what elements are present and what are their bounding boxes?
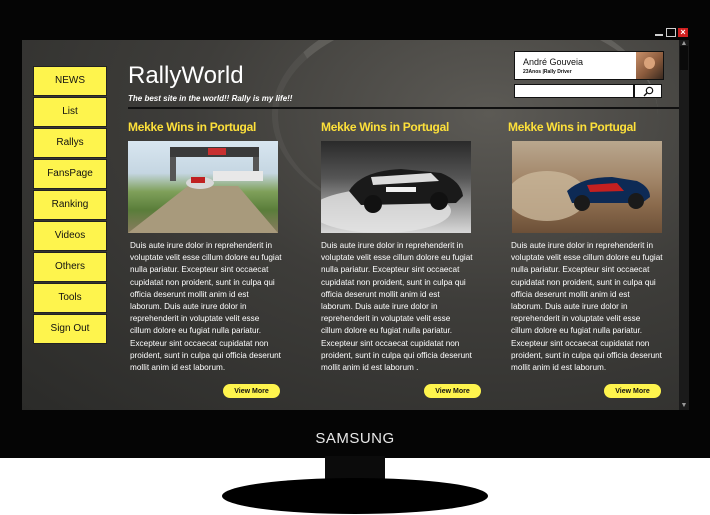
news-article: Mekke Wins in Portugal Duis aute irure d… xyxy=(128,120,288,398)
monitor-bezel: × NEWS List Rallys FansPage Ranking Vide… xyxy=(0,0,710,458)
nav-item-list[interactable]: List xyxy=(33,97,107,127)
view-more-button[interactable]: View More xyxy=(604,384,661,398)
monitor-brand-label: SAMSUNG xyxy=(315,430,395,447)
site-logo[interactable]: RallyWorld xyxy=(128,62,244,90)
nav-item-tools[interactable]: Tools xyxy=(33,283,107,313)
rally-photo-icon xyxy=(321,169,463,233)
rally-photo-icon xyxy=(512,171,650,221)
nav-item-rallys[interactable]: Rallys xyxy=(33,128,107,158)
nav-item-ranking[interactable]: Ranking xyxy=(33,190,107,220)
search-icon xyxy=(643,86,653,96)
scrollbar-thumb[interactable] xyxy=(680,46,688,70)
profile-role: 23Anos |Rally Driver xyxy=(523,69,572,75)
profile-name: André Gouveia xyxy=(523,57,584,67)
article-title[interactable]: Mekke Wins in Portugal xyxy=(128,120,288,134)
view-more-button[interactable]: View More xyxy=(223,384,280,398)
avatar[interactable] xyxy=(636,52,663,79)
search-input[interactable] xyxy=(514,84,634,98)
monitor-stand-base xyxy=(222,478,488,514)
sidebar-nav: NEWS List Rallys FansPage Ranking Videos… xyxy=(33,66,107,345)
article-body: Duis aute irure dolor in reprehenderit i… xyxy=(511,241,663,373)
vertical-scrollbar[interactable]: ▲ ▼ xyxy=(679,40,689,410)
nav-item-videos[interactable]: Videos xyxy=(33,221,107,251)
article-body: Duis aute irure dolor in reprehenderit i… xyxy=(130,241,282,373)
nav-item-sign-out[interactable]: Sign Out xyxy=(33,314,107,344)
nav-item-news[interactable]: NEWS xyxy=(33,66,107,96)
minimize-icon[interactable] xyxy=(654,28,664,37)
header-divider xyxy=(128,107,679,109)
news-article: Mekke Wins in Portugal Duis aute irure d… xyxy=(321,120,481,398)
article-title[interactable]: Mekke Wins in Portugal xyxy=(508,120,668,134)
nav-item-fanspage[interactable]: FansPage xyxy=(33,159,107,189)
article-image[interactable] xyxy=(128,141,278,233)
browser-viewport: NEWS List Rallys FansPage Ranking Videos… xyxy=(22,40,689,410)
nav-item-others[interactable]: Others xyxy=(33,252,107,282)
article-image[interactable] xyxy=(512,141,662,233)
user-profile-card[interactable]: André Gouveia 23Anos |Rally Driver xyxy=(514,51,664,80)
scroll-down-icon[interactable]: ▼ xyxy=(679,402,689,410)
article-image[interactable] xyxy=(321,141,471,233)
search-button[interactable] xyxy=(634,84,662,98)
article-body: Duis aute irure dolor in reprehenderit i… xyxy=(321,241,473,373)
news-article: Mekke Wins in Portugal Duis aute irure d… xyxy=(508,120,668,398)
view-more-button[interactable]: View More xyxy=(424,384,481,398)
close-icon[interactable]: × xyxy=(678,28,688,37)
site-tagline: The best site in the world!! Rally is my… xyxy=(128,94,293,103)
rally-photo-icon xyxy=(128,147,278,233)
maximize-icon[interactable] xyxy=(666,28,676,37)
article-title[interactable]: Mekke Wins in Portugal xyxy=(321,120,481,134)
